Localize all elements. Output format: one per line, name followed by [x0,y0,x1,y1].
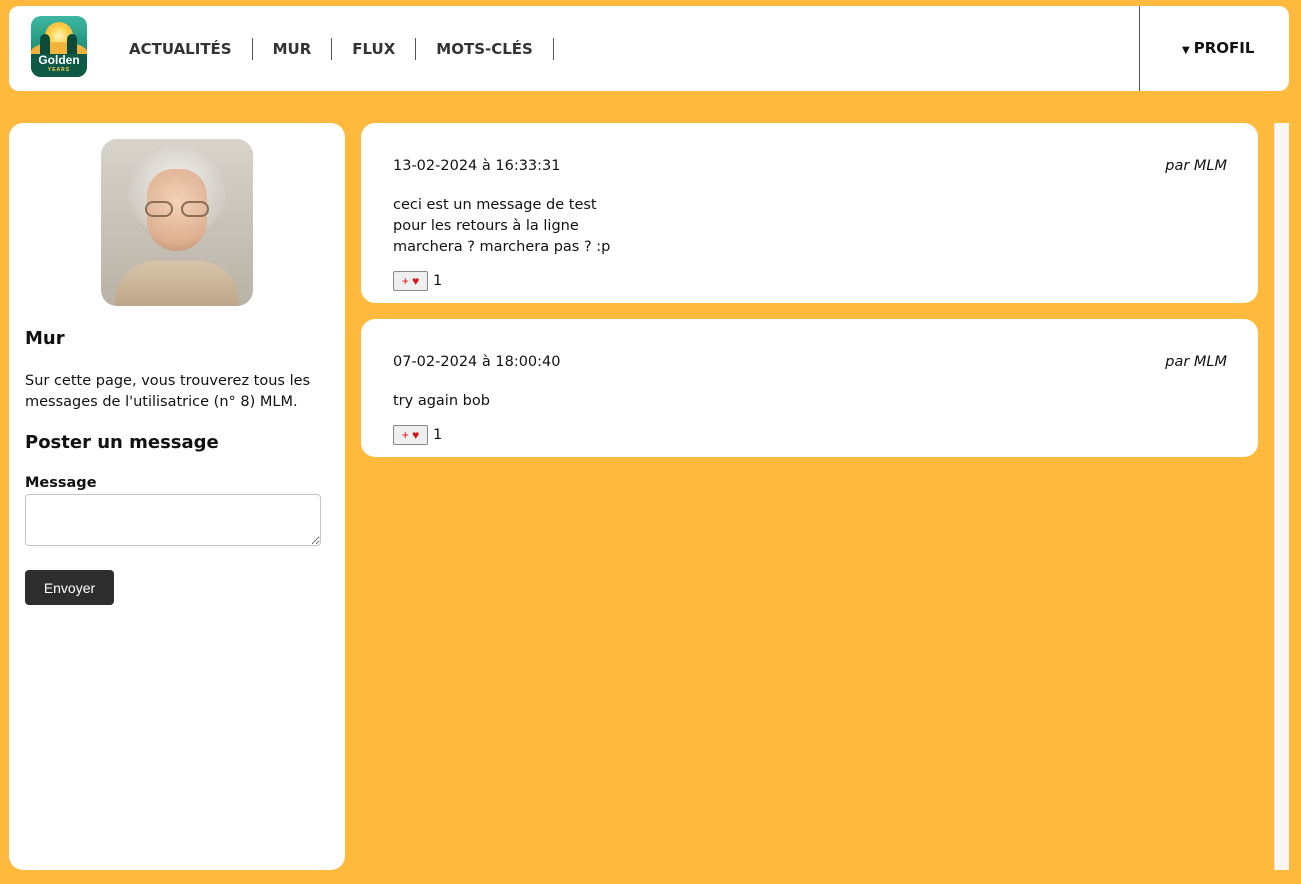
like-count: 1 [433,427,443,443]
page-scrollbar[interactable] [1274,123,1289,870]
like-count: 1 [433,273,443,289]
nav-item-mots-cles[interactable]: MOTS-CLÉS [416,38,554,60]
avatar-body [115,261,239,306]
profile-menu-area: ▼ PROFIL [1139,6,1289,91]
wall-sidebar: Mur Sur cette page, vous trouverez tous … [9,123,345,870]
main-nav: ACTUALITÉS MUR FLUX MOTS-CLÉS [108,38,554,60]
post-content: try again bob [393,393,490,409]
post-form-title: Poster un message [25,432,219,453]
post-author[interactable]: par MLM [1165,354,1227,370]
nav-item-flux[interactable]: FLUX [332,38,417,60]
logo-text-band: Golden YEARS [31,54,87,77]
send-button[interactable]: Envoyer [25,570,114,605]
message-textarea[interactable] [25,494,321,546]
profile-dropdown-button[interactable]: ▼ PROFIL [1182,39,1254,57]
post-content: ceci est un message de test pour les ret… [393,197,611,255]
top-navbar: Golden YEARS ACTUALITÉS MUR FLUX MOTS-CL… [9,6,1289,91]
golden-years-logo[interactable]: Golden YEARS [31,16,87,77]
logo-subword: YEARS [47,67,71,73]
caret-down-icon: ▼ [1182,45,1190,56]
profile-label: PROFIL [1193,39,1255,57]
user-avatar [101,139,253,306]
like-row: + ♥ 1 [393,271,442,291]
page-title: Mur [25,328,65,349]
nav-item-actualites[interactable]: ACTUALITÉS [108,38,253,60]
logo-word: Golden [38,53,80,67]
post-date: 13-02-2024 à 16:33:31 [393,158,561,174]
post-card: 13-02-2024 à 16:33:31 par MLM ceci est u… [361,123,1258,303]
avatar-glasses [141,201,213,219]
like-row: + ♥ 1 [393,425,442,445]
nav-item-mur[interactable]: MUR [253,38,333,60]
message-label: Message [25,475,97,491]
like-button[interactable]: + ♥ [393,425,428,445]
page-description: Sur cette page, vous trouverez tous les … [25,373,311,410]
post-card: 07-02-2024 à 18:00:40 par MLM try again … [361,319,1258,457]
like-button[interactable]: + ♥ [393,271,428,291]
post-date: 07-02-2024 à 18:00:40 [393,354,561,370]
post-author[interactable]: par MLM [1165,158,1227,174]
